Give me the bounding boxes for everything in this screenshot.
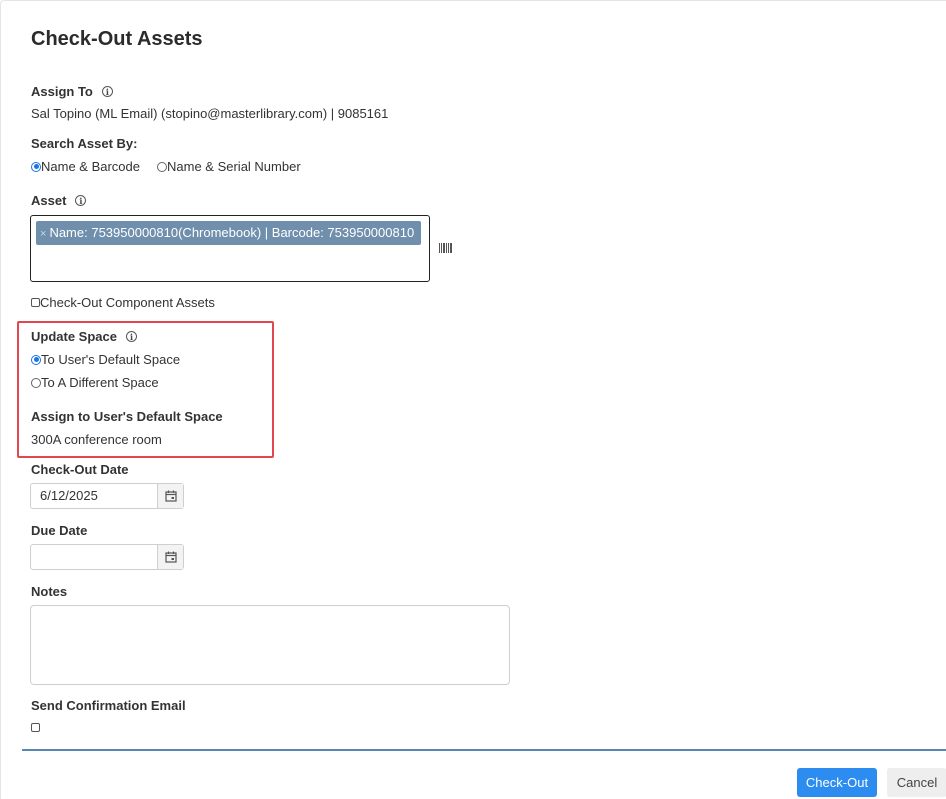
checkout-button[interactable]: Check-Out [797,768,877,797]
asset-tag-text: Name: 753950000810(Chromebook) | Barcode… [49,225,415,240]
asset-select[interactable]: × Name: 753950000810(Chromebook) | Barcod… [30,215,430,282]
notes-label-text: Notes [31,584,68,599]
assign-to-label: Assign To [31,84,93,99]
dialog-title: Check-Out Assets [31,28,203,50]
confirmation-email-label-text: Send Confirmation Email [31,698,186,713]
asset-tag: × Name: 753950000810(Chromebook) | Barcod… [36,221,421,245]
update-space-option-default: To User's Default Space [31,352,180,367]
search-by-label-text: Search Asset By: [31,136,138,151]
checkout-date-label-text: Check-Out Date [31,462,129,477]
due-date-label-text: Due Date [31,523,88,538]
radio-name-barcode[interactable] [31,161,41,172]
default-space-label: Assign to User's Default Space [31,409,223,424]
default-space-label-text: Assign to User's Default Space [31,409,223,424]
component-assets-label[interactable]: Check-Out Component Assets [40,295,215,310]
radio-name-barcode-label[interactable]: Name & Barcode [41,159,140,174]
checkout-date-label: Check-Out Date [31,462,129,477]
due-date-label: Due Date [31,523,87,538]
update-space-label-row: Update Space i [31,329,137,344]
asset-label: Asset [31,193,67,208]
component-assets-row: Check-Out Component Assets [31,295,215,310]
info-icon[interactable]: i [101,86,113,97]
footer-divider [22,749,946,751]
asset-label-row: Asset i [31,193,87,208]
calendar-icon[interactable] [157,484,183,508]
default-space-value: 300A conference room [31,432,162,447]
update-space-label: Update Space [31,329,117,344]
info-icon[interactable]: i [75,195,87,206]
barcode-icon[interactable] [439,243,453,253]
calendar-icon[interactable] [157,545,183,569]
component-assets-checkbox[interactable] [31,298,40,307]
assign-to-label-row: Assign To i [31,84,113,99]
confirmation-email-checkbox[interactable] [31,723,40,732]
info-icon[interactable]: i [125,331,137,342]
confirmation-email-label: Send Confirmation Email [31,698,186,713]
search-by-options: Name & Barcode Name & Serial Number [31,159,301,174]
radio-different-space-label[interactable]: To A Different Space [41,375,159,390]
checkout-date-input[interactable]: 6/12/2025 [30,483,184,509]
update-space-option-different: To A Different Space [31,375,159,390]
radio-name-serial-label[interactable]: Name & Serial Number [167,159,301,174]
checkout-date-value: 6/12/2025 [40,488,98,503]
radio-name-serial[interactable] [157,161,167,172]
assign-to-value: Sal Topino (ML Email) (stopino@masterlib… [31,106,389,121]
radio-default-space[interactable] [31,354,41,365]
checkout-dialog: Check-Out Assets Assign To i Sal Topino … [0,0,946,799]
notes-textarea[interactable] [30,605,510,685]
remove-tag-icon[interactable]: × [40,228,46,240]
due-date-input[interactable] [30,544,184,570]
radio-default-space-label[interactable]: To User's Default Space [41,352,180,367]
radio-different-space[interactable] [31,377,41,388]
cancel-button[interactable]: Cancel [887,768,946,797]
notes-label: Notes [31,584,67,599]
search-by-label: Search Asset By: [31,136,137,151]
